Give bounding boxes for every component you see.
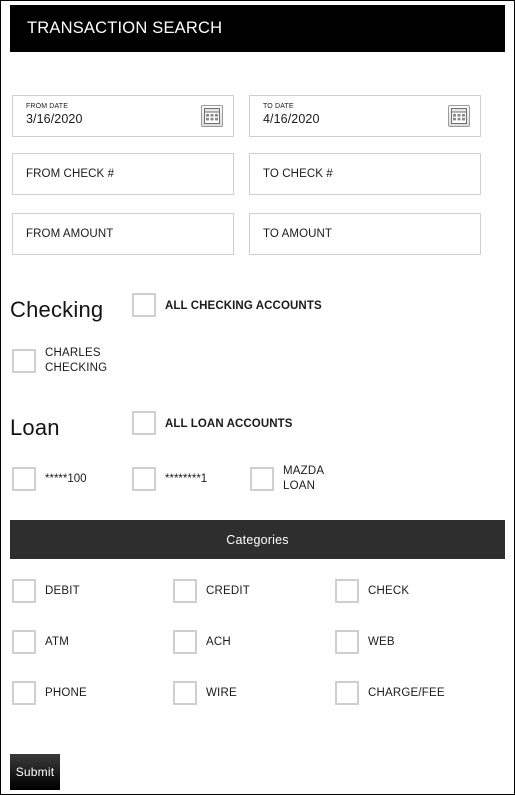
label-mazda-loan: MAZDA LOAN: [283, 464, 383, 494]
from-check-number-field[interactable]: FROM CHECK #: [12, 153, 234, 195]
loan-section-heading: Loan: [10, 415, 60, 440]
from-date-value: 3/16/2020: [26, 112, 83, 126]
checkbox-loan-account-2[interactable]: [132, 467, 156, 491]
transaction-search-page: TRANSACTION SEARCH FROM DATE 3/16/2020 T…: [0, 0, 515, 795]
checkbox-category-atm[interactable]: [12, 630, 36, 654]
checkbox-category-wire[interactable]: [173, 681, 197, 705]
checkbox-category-debit[interactable]: [12, 579, 36, 603]
to-check-number-field[interactable]: TO CHECK #: [249, 153, 481, 195]
label-category-ach: ACH: [206, 636, 231, 648]
label-mazda-loan-line2: LOAN: [283, 480, 316, 492]
page-title: TRANSACTION SEARCH: [27, 19, 223, 37]
label-category-wire: WIRE: [206, 687, 237, 699]
label-category-debit: DEBIT: [45, 585, 80, 597]
from-amount-field[interactable]: FROM AMOUNT: [12, 213, 234, 255]
label-all-loan-accounts: ALL LOAN ACCOUNTS: [165, 418, 293, 430]
checking-section-heading: Checking: [10, 297, 104, 322]
to-date-field[interactable]: TO DATE 4/16/2020: [249, 95, 481, 137]
label-loan-account-2: ********1: [165, 473, 208, 485]
to-check-number-placeholder: TO CHECK #: [263, 168, 333, 180]
checkbox-all-loan-accounts[interactable]: [132, 411, 156, 435]
checkbox-charles-checking[interactable]: [12, 349, 36, 373]
calendar-icon[interactable]: [448, 105, 470, 127]
checkbox-category-phone[interactable]: [12, 681, 36, 705]
checkbox-category-web[interactable]: [335, 630, 359, 654]
calendar-icon[interactable]: [201, 105, 223, 127]
checkbox-category-credit[interactable]: [173, 579, 197, 603]
label-category-web: WEB: [368, 636, 395, 648]
from-check-number-placeholder: FROM CHECK #: [26, 168, 115, 180]
categories-title: Categories: [226, 532, 289, 547]
checkbox-mazda-loan[interactable]: [250, 467, 274, 491]
from-date-field[interactable]: FROM DATE 3/16/2020: [12, 95, 234, 137]
label-category-credit: CREDIT: [206, 585, 251, 597]
label-charles-checking-line1: CHARLES: [45, 347, 101, 359]
from-amount-placeholder: FROM AMOUNT: [26, 228, 114, 240]
from-date-label: FROM DATE: [26, 103, 69, 110]
checkbox-loan-account-1[interactable]: [12, 467, 36, 491]
checkbox-category-charge-fee[interactable]: [335, 681, 359, 705]
submit-button[interactable]: Submit: [10, 754, 60, 790]
label-all-checking-accounts: ALL CHECKING ACCOUNTS: [165, 300, 322, 312]
to-amount-field[interactable]: TO AMOUNT: [249, 213, 481, 255]
checkbox-category-check[interactable]: [335, 579, 359, 603]
checkbox-category-ach[interactable]: [173, 630, 197, 654]
label-mazda-loan-line1: MAZDA: [283, 465, 325, 477]
categories-header: Categories: [10, 520, 505, 559]
page-header: TRANSACTION SEARCH: [10, 5, 505, 52]
checkbox-all-checking-accounts[interactable]: [132, 293, 156, 317]
to-date-label: TO DATE: [263, 103, 294, 110]
to-date-value: 4/16/2020: [263, 112, 320, 126]
label-category-charge-fee: CHARGE/FEE: [368, 687, 445, 699]
label-loan-account-1: *****100: [45, 473, 87, 485]
label-category-atm: ATM: [45, 636, 70, 648]
label-category-phone: PHONE: [45, 687, 87, 699]
label-charles-checking: CHARLES CHECKING: [45, 346, 155, 376]
label-charles-checking-line2: CHECKING: [45, 362, 108, 374]
to-amount-placeholder: TO AMOUNT: [263, 228, 333, 240]
label-category-check: CHECK: [368, 585, 410, 597]
